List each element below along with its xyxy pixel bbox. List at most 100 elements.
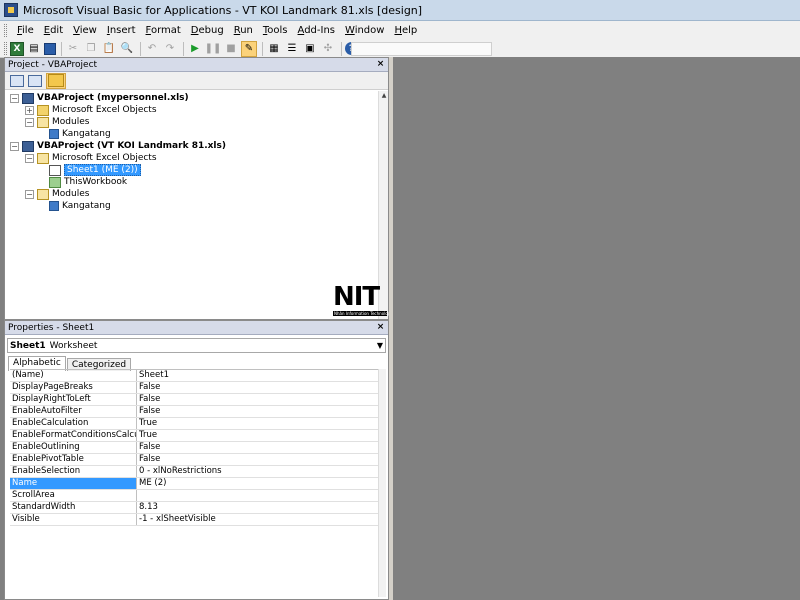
toggle-folders-button[interactable] — [46, 72, 66, 89]
property-row[interactable]: EnableSelection 0 - xlNoRestrictions — [10, 466, 382, 478]
property-name[interactable]: EnableOutlining — [10, 442, 137, 453]
menu-debug[interactable]: Debug — [186, 22, 229, 39]
properties-scrollbar[interactable] — [378, 369, 386, 597]
paste-icon[interactable]: 📋 — [101, 41, 117, 57]
menu-addins[interactable]: Add-Ins — [293, 22, 340, 39]
property-value[interactable]: 8.13 — [137, 502, 382, 513]
property-row[interactable]: (Name) Sheet1 — [10, 370, 382, 382]
property-row[interactable]: EnableCalculation True — [10, 418, 382, 430]
property-name[interactable]: EnableSelection — [10, 466, 137, 477]
menu-bar-grip[interactable] — [4, 24, 7, 37]
title-bar: Microsoft Visual Basic for Applications … — [0, 0, 800, 21]
collapse-icon[interactable]: − — [10, 93, 19, 103]
property-row[interactable]: Visible -1 - xlSheetVisible — [10, 514, 382, 526]
menu-edit[interactable]: Edit — [39, 22, 68, 39]
menu-tools[interactable]: Tools — [258, 22, 293, 39]
reset-icon[interactable]: ■ — [223, 41, 239, 57]
tree-node-p1_mod_kangatang[interactable]: Kangatang — [45, 128, 111, 140]
property-name[interactable]: (Name) — [10, 370, 137, 381]
code-workspace[interactable] — [393, 57, 800, 600]
view-code-icon[interactable] — [10, 74, 24, 87]
menu-format[interactable]: Format — [141, 22, 186, 39]
collapse-icon[interactable]: − — [25, 153, 34, 163]
property-name[interactable]: DisplayRightToLeft — [10, 394, 137, 405]
close-icon[interactable]: × — [375, 59, 386, 70]
menu-help[interactable]: Help — [389, 22, 422, 39]
property-name[interactable]: ScrollArea — [10, 490, 137, 501]
run-icon[interactable]: ▶ — [187, 41, 203, 57]
property-value[interactable]: True — [137, 430, 382, 441]
property-value[interactable]: False — [137, 394, 382, 405]
collapse-icon[interactable]: − — [25, 117, 34, 127]
redo-icon[interactable]: ↷ — [162, 41, 178, 57]
property-value[interactable]: False — [137, 406, 382, 417]
vba-app-icon[interactable] — [4, 3, 18, 17]
property-value[interactable]: -1 - xlSheetVisible — [137, 514, 382, 525]
property-row[interactable]: DisplayRightToLeft False — [10, 394, 382, 406]
property-name[interactable]: EnablePivotTable — [10, 454, 137, 465]
property-row[interactable]: Name ME (2) — [10, 478, 382, 490]
tree-node-p2_thisworkbook[interactable]: ThisWorkbook — [45, 176, 127, 188]
view-excel-icon[interactable]: X — [10, 41, 24, 56]
tree-node-p1[interactable]: − VBAProject (mypersonnel.xls) — [10, 92, 189, 104]
property-row[interactable]: StandardWidth 8.13 — [10, 502, 382, 514]
property-row[interactable]: EnableFormatConditionsCalculationTrue — [10, 430, 382, 442]
tree-node-p2_mod_kangatang[interactable]: Kangatang — [45, 200, 111, 212]
close-icon[interactable]: × — [375, 322, 386, 333]
expand-icon[interactable]: + — [25, 105, 34, 115]
menu-file[interactable]: File — [12, 22, 39, 39]
tree-node-p1_objects[interactable]: + Microsoft Excel Objects — [25, 104, 157, 116]
design-mode-icon[interactable]: ✎ — [241, 40, 257, 57]
menu-window[interactable]: Window — [340, 22, 389, 39]
tree-node-label: Microsoft Excel Objects — [52, 153, 157, 163]
property-value[interactable]: True — [137, 418, 382, 429]
tree-node-p1_modules[interactable]: − Modules — [25, 116, 89, 128]
view-object-icon[interactable] — [28, 74, 42, 87]
menu-insert[interactable]: Insert — [102, 22, 141, 39]
toolbar-grip[interactable] — [4, 42, 7, 55]
object-selector[interactable]: Sheet1 Worksheet ▼ — [7, 338, 386, 353]
property-row[interactable]: DisplayPageBreaks False — [10, 382, 382, 394]
property-row[interactable]: ScrollArea — [10, 490, 382, 502]
find-icon[interactable]: 🔍 — [119, 41, 135, 57]
window-title: Microsoft Visual Basic for Applications … — [23, 3, 423, 17]
cut-icon[interactable]: ✂ — [65, 41, 81, 57]
tree-node-p2[interactable]: − VBAProject (VT KOI Landmark 81.xls) — [10, 140, 226, 152]
menu-run[interactable]: Run — [229, 22, 258, 39]
property-name[interactable]: Name — [10, 478, 137, 489]
undo-icon[interactable]: ↶ — [144, 41, 160, 57]
tree-node-p2_modules[interactable]: − Modules — [25, 188, 89, 200]
toolbox-icon[interactable]: ✣ — [320, 41, 336, 57]
property-row[interactable]: EnablePivotTable False — [10, 454, 382, 466]
property-value[interactable]: 0 - xlNoRestrictions — [137, 466, 382, 477]
property-value[interactable]: False — [137, 454, 382, 465]
property-name[interactable]: StandardWidth — [10, 502, 137, 513]
property-name[interactable]: DisplayPageBreaks — [10, 382, 137, 393]
property-value[interactable]: False — [137, 382, 382, 393]
copy-icon[interactable]: ❐ — [83, 41, 99, 57]
property-value[interactable]: Sheet1 — [137, 370, 382, 381]
property-value[interactable]: ME (2) — [137, 478, 382, 489]
property-name[interactable]: EnableFormatConditionsCalculation — [10, 430, 137, 441]
tree-node-p2_objects[interactable]: − Microsoft Excel Objects — [25, 152, 157, 164]
property-row[interactable]: EnableOutlining False — [10, 442, 382, 454]
menu-view[interactable]: View — [68, 22, 102, 39]
insert-userform-icon[interactable]: ▤ — [26, 41, 42, 57]
property-name[interactable]: EnableCalculation — [10, 418, 137, 429]
save-icon[interactable] — [44, 42, 56, 55]
tree-node-p2_sheet1[interactable]: Sheet1 (ME (2)) — [45, 164, 141, 176]
collapse-icon[interactable]: − — [10, 141, 19, 151]
project-explorer-icon[interactable]: ▦ — [266, 41, 282, 57]
break-icon[interactable]: ❚❚ — [205, 41, 222, 57]
object-browser-icon[interactable]: ▣ — [302, 41, 318, 57]
property-name[interactable]: EnableAutoFilter — [10, 406, 137, 417]
property-value[interactable]: False — [137, 442, 382, 453]
property-name[interactable]: Visible — [10, 514, 137, 525]
property-row[interactable]: EnableAutoFilter False — [10, 406, 382, 418]
chevron-down-icon[interactable]: ▼ — [377, 341, 383, 350]
collapse-icon[interactable]: − — [25, 189, 34, 199]
property-value[interactable] — [137, 490, 382, 501]
folder-open-icon — [37, 152, 49, 164]
properties-window-icon[interactable]: ☰ — [284, 41, 300, 57]
scroll-up-icon[interactable]: ▲ — [379, 91, 389, 101]
